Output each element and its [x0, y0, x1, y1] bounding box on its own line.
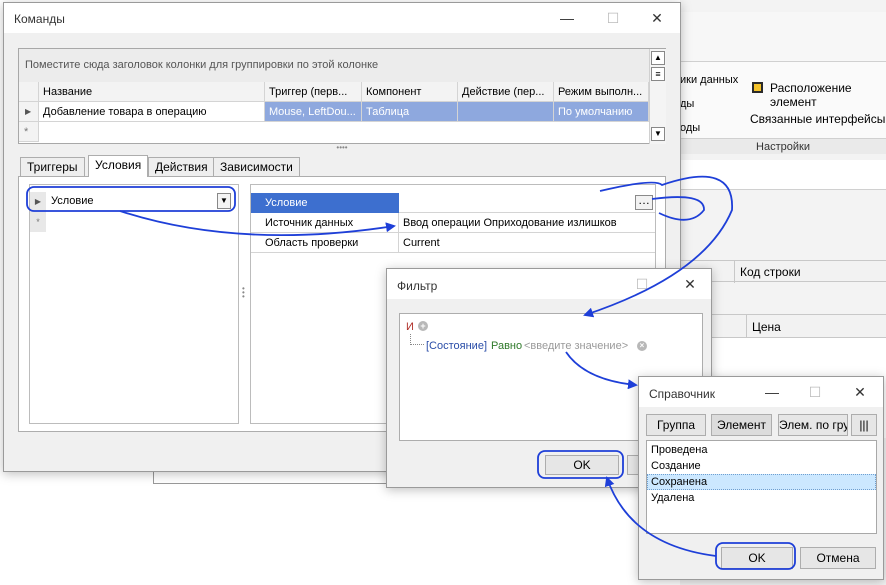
property-value[interactable]: Ввод операции Оприходование излишков [401, 213, 655, 233]
cell-component[interactable]: Таблица [362, 102, 458, 122]
reference-title: Справочник [649, 387, 715, 401]
column-chooser-icon[interactable]: ≡ [651, 67, 665, 81]
property-row[interactable]: Источник данных Ввод операции Оприходова… [251, 213, 655, 233]
new-row-icon: * [19, 122, 39, 142]
group-panel[interactable]: Поместите сюда заголовок колонки для гру… [19, 49, 649, 82]
and-operator[interactable]: И [406, 321, 414, 333]
reference-ok-button[interactable]: OK [721, 547, 793, 569]
columns-icon[interactable]: ||| [851, 414, 877, 436]
close-icon[interactable]: ✕ [847, 381, 873, 403]
list-item[interactable]: Создание [647, 458, 876, 474]
column-header-action[interactable]: Действие (пер... [458, 82, 554, 102]
close-icon[interactable]: ✕ [644, 7, 670, 29]
column-header-mode[interactable]: Режим выполн... [554, 82, 649, 102]
add-condition-icon[interactable]: + [418, 321, 428, 331]
maximize-icon: ☐ [635, 276, 649, 292]
ribbon-item[interactable]: ики данных [680, 74, 738, 86]
property-row[interactable]: Область проверки Current [251, 233, 655, 253]
col-divider [734, 261, 735, 283]
condition-row-indicator[interactable]: ▶ [30, 192, 46, 212]
condition-dropdown-button[interactable]: ▼ [217, 193, 231, 209]
list-item[interactable]: Удалена [647, 490, 876, 506]
vertical-scrollbar[interactable]: ▲ ≡ ▼ [649, 49, 666, 144]
ribbon-panel: ики данных ды оды Расположение элемент С… [680, 62, 886, 154]
property-name-selected[interactable]: Условие [251, 193, 399, 213]
reference-list: Проведена Создание Сохранена Удалена [646, 440, 877, 534]
reference-cancel-button[interactable]: Отмена [800, 547, 876, 569]
column-header-trigger[interactable]: Триггер (перв... [265, 82, 362, 102]
new-row[interactable]: * [19, 122, 649, 142]
commands-grid: Поместите сюда заголовок колонки для гру… [18, 48, 666, 144]
filter-value-placeholder[interactable]: <введите значение> [524, 340, 628, 352]
row-indicator-header [19, 82, 39, 102]
column-header-name[interactable]: Название [39, 82, 265, 102]
col-row-code[interactable]: Код строки [740, 265, 801, 279]
tab-dependencies[interactable]: Зависимости [213, 157, 300, 177]
property-row[interactable]: Условие … [251, 193, 655, 213]
background-app-header [680, 12, 886, 62]
column-header-component[interactable]: Компонент [362, 82, 458, 102]
row-indicator[interactable]: ▶ [19, 102, 39, 122]
ribbon-item[interactable]: ды [680, 98, 694, 110]
cell-name[interactable]: Добавление товара в операцию [39, 102, 265, 122]
filter-operator[interactable]: Равно [491, 340, 522, 352]
minimize-icon[interactable]: — [554, 7, 580, 29]
list-item-selected[interactable]: Сохранена [647, 474, 876, 490]
tab-triggers[interactable]: Триггеры [20, 157, 85, 177]
maximize-icon: ☐ [808, 384, 822, 400]
commands-title-bar: Команды — ☐ ✕ [4, 3, 680, 33]
condition-new-row-icon: * [30, 212, 46, 232]
filter-field[interactable]: [Состояние] [426, 340, 487, 352]
cell-trigger[interactable]: Mouse, LeftDou... [265, 102, 362, 122]
cell-action[interactable] [458, 102, 554, 122]
remove-condition-icon[interactable]: × [637, 341, 647, 351]
splitter-horizontal[interactable]: •••• [334, 144, 350, 152]
conditions-list: ▶ Условие ▼ * [29, 184, 239, 424]
property-name: Источник данных [251, 213, 399, 233]
scroll-down-icon[interactable]: ▼ [651, 127, 665, 141]
ribbon-item[interactable]: оды [680, 122, 700, 134]
tab-conditions[interactable]: Условия [88, 155, 149, 177]
scroll-up-icon[interactable]: ▲ [651, 51, 665, 65]
window-title: Команды [14, 12, 65, 26]
list-item[interactable]: Проведена [647, 442, 876, 458]
tree-connector [410, 334, 424, 345]
element-by-group-button[interactable]: Элем. по груп [778, 414, 848, 436]
splitter-vertical-icon[interactable]: • • • [242, 285, 246, 303]
col-price[interactable]: Цена [752, 320, 781, 334]
cell-mode[interactable]: По умолчанию [554, 102, 649, 122]
table-row[interactable]: ▶ Добавление товара в операцию Mouse, Le… [19, 102, 649, 122]
condition-selector-label[interactable]: Условие [51, 195, 94, 207]
linked-interfaces-label[interactable]: Связанные интерфейсы [750, 112, 885, 126]
ellipsis-button[interactable]: … [635, 194, 653, 210]
property-value[interactable]: Current [401, 233, 655, 253]
filter-title-bar: Фильтр ☐ ✕ [387, 269, 711, 299]
filter-ok-button[interactable]: OK [545, 455, 619, 475]
reference-title-bar: Справочник — ☐ ✕ [639, 377, 883, 407]
maximize-icon: ☐ [606, 10, 620, 26]
layout-label[interactable]: Расположение элемент [770, 81, 886, 109]
property-name: Область проверки [251, 233, 399, 253]
minimize-icon[interactable]: — [759, 381, 785, 403]
filter-title: Фильтр [397, 279, 438, 293]
bg-panel-strip [680, 160, 886, 190]
element-button[interactable]: Элемент [711, 414, 772, 436]
reference-dialog: Справочник — ☐ ✕ Группа Элемент Элем. по… [638, 376, 884, 580]
grid-header-row: Название Триггер (перв... Компонент Дейс… [19, 82, 649, 102]
layout-icon [752, 82, 763, 93]
property-value[interactable] [401, 193, 655, 213]
tab-actions[interactable]: Действия [148, 157, 215, 177]
col-divider [746, 315, 747, 339]
close-icon[interactable]: ✕ [677, 273, 703, 295]
group-button[interactable]: Группа [646, 414, 706, 436]
settings-group-label: Настройки [680, 138, 886, 154]
